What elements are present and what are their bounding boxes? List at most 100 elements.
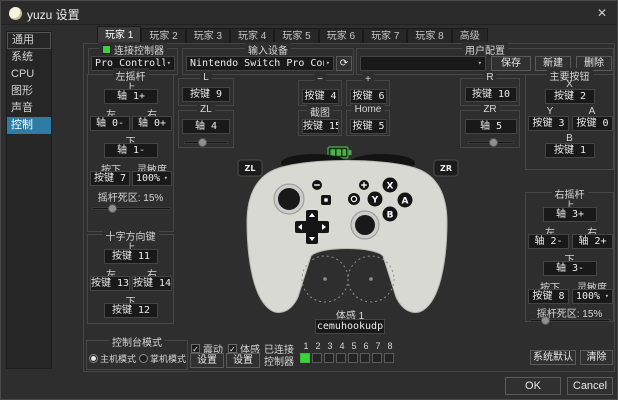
slider-knob[interactable]: [541, 315, 551, 325]
radio-off-icon: [139, 354, 148, 364]
right-stick-up-button[interactable]: 轴 3+: [543, 207, 597, 222]
dpad-up-button[interactable]: 按键 11: [104, 249, 158, 264]
zl-title: ZL: [197, 104, 215, 115]
zl-bind-button[interactable]: 轴 4: [182, 119, 230, 134]
zl-threshold-slider[interactable]: [184, 137, 228, 147]
profile-save-button[interactable]: 保存: [491, 56, 531, 71]
capture-bind-button[interactable]: 按键 15: [302, 119, 339, 134]
plus-bind-button[interactable]: 按键 6: [350, 89, 387, 104]
connect-controller-checkbox[interactable]: [102, 45, 111, 54]
controller-number: 4: [339, 341, 345, 351]
sidebar-item-general[interactable]: 通用: [7, 32, 51, 49]
right-stick-left-button[interactable]: 轴 2-: [528, 234, 569, 249]
svg-text:Y: Y: [371, 195, 379, 205]
vibration-settings-button[interactable]: 设置: [190, 353, 224, 368]
zr-button-group: ZR 轴 5: [460, 104, 520, 148]
handheld-radio[interactable]: 掌机模式: [139, 350, 186, 368]
checkbox-checked-icon: ✓: [191, 344, 200, 355]
controller-1-connected-checkbox[interactable]: [300, 353, 310, 363]
y-bind-button[interactable]: 按键 3: [528, 116, 569, 131]
docked-radio[interactable]: 主机模式: [89, 350, 136, 368]
controller-number: 6: [363, 341, 369, 351]
motion-settings-button[interactable]: 设置: [226, 353, 260, 368]
controller-7-connected-checkbox[interactable]: [372, 353, 382, 363]
cancel-button[interactable]: Cancel: [567, 377, 613, 395]
console-mode-group: 控制台模式 主机模式 掌机模式: [86, 334, 188, 370]
svg-text:A: A: [402, 196, 409, 206]
controller-2-connected-checkbox[interactable]: [312, 353, 322, 363]
ok-button[interactable]: OK: [505, 377, 561, 395]
l-bind-button[interactable]: 按键 9: [182, 87, 230, 102]
controller-3-connected-checkbox[interactable]: [324, 353, 334, 363]
controller-number: 8: [387, 341, 393, 351]
sidebar-item-controls[interactable]: 控制: [7, 117, 51, 134]
right-stick-down-button[interactable]: 轴 3-: [543, 261, 597, 276]
refresh-devices-button[interactable]: ⟳: [336, 56, 352, 71]
right-stick-sensitivity-select[interactable]: 100% ▾: [572, 289, 613, 304]
left-stick-left-button[interactable]: 轴 0-: [90, 116, 130, 131]
r-title: R: [483, 72, 497, 83]
refresh-icon: ⟳: [339, 58, 349, 69]
sidebar-item-system[interactable]: 系统: [7, 49, 51, 66]
zr-threshold-slider[interactable]: [468, 137, 514, 147]
title-bar: yuzu 设置 ✕: [1, 1, 617, 25]
minus-title: −: [314, 74, 326, 85]
sidebar-item-cpu[interactable]: CPU: [7, 66, 51, 83]
controller-body: [246, 160, 448, 313]
slider-knob[interactable]: [488, 137, 498, 147]
restore-defaults-button[interactable]: 系统默认: [530, 350, 576, 365]
player1-config-page: 连接控制器 Pro Controller ▾ 输入设备 Nintendo Swi…: [83, 42, 615, 372]
controller-6-connected-checkbox[interactable]: [360, 353, 370, 363]
controller-4-connected-checkbox[interactable]: [336, 353, 346, 363]
controller-8-connected-checkbox[interactable]: [384, 353, 394, 363]
dpad-left-button[interactable]: 按键 13: [90, 276, 130, 291]
profile-select[interactable]: ▾: [360, 56, 486, 71]
l-button-group: L 按键 9: [178, 72, 234, 106]
dpad-down-button[interactable]: 按键 12: [104, 303, 158, 318]
zr-bind-button[interactable]: 轴 5: [465, 119, 517, 134]
dpad-right-button[interactable]: 按键 14: [132, 276, 172, 291]
right-stick-right-button[interactable]: 轴 2+: [572, 234, 613, 249]
capture-icon: [321, 195, 331, 205]
checkbox-checked-icon: ✓: [228, 344, 237, 355]
motion-1-bind-button[interactable]: cemuhookudp: [315, 319, 385, 334]
left-stick-right-button[interactable]: 轴 0+: [132, 116, 172, 131]
controller-number: 5: [351, 341, 357, 351]
controller-number: 2: [315, 341, 321, 351]
tab-player-7[interactable]: 玩家 7: [363, 28, 408, 44]
svg-text:ZL: ZL: [245, 164, 256, 173]
minus-bind-button[interactable]: 按键 4: [302, 89, 339, 104]
b-bind-button[interactable]: 按键 1: [545, 143, 595, 158]
a-bind-button[interactable]: 按键 0: [572, 116, 613, 131]
clear-button[interactable]: 清除: [580, 350, 613, 365]
slider-knob[interactable]: [107, 203, 117, 213]
slider-groove: [92, 207, 171, 210]
x-bind-button[interactable]: 按键 2: [545, 89, 595, 104]
minus-icon: [312, 180, 322, 190]
left-stick-sensitivity-select[interactable]: 100% ▾: [132, 171, 172, 186]
left-stick-deadzone-slider[interactable]: [92, 203, 171, 213]
plus-icon: [359, 180, 369, 190]
left-stick-up-button[interactable]: 轴 1+: [104, 89, 158, 104]
controller-5-connected-checkbox[interactable]: [348, 353, 358, 363]
handheld-label: 掌机模式: [150, 354, 187, 365]
home-bind-button[interactable]: 按键 5: [350, 119, 387, 134]
sidebar-item-audio[interactable]: 声音: [7, 100, 51, 117]
sidebar-item-graphics[interactable]: 图形: [7, 83, 51, 100]
input-device-select[interactable]: Nintendo Switch Pro Control ▾: [186, 56, 334, 71]
tab-player-6[interactable]: 玩家 6: [318, 28, 364, 44]
right-stick-press-button[interactable]: 按键 8: [528, 289, 569, 304]
right-stick-deadzone-slider[interactable]: [530, 315, 610, 325]
input-device-group: 输入设备 Nintendo Switch Pro Control ▾ ⟳: [182, 42, 354, 75]
tab-player-3[interactable]: 玩家 3: [185, 28, 231, 44]
left-stick-down-button[interactable]: 轴 1-: [104, 143, 158, 158]
close-icon[interactable]: ✕: [594, 5, 610, 21]
zl-badge: ZL: [237, 159, 263, 177]
tab-player-8[interactable]: 玩家 8: [407, 28, 452, 44]
profile-title: 用户配置: [462, 42, 508, 57]
slider-knob[interactable]: [198, 137, 208, 147]
home-title: Home: [351, 104, 385, 115]
r-bind-button[interactable]: 按键 10: [465, 87, 517, 102]
plus-button-group: + 按键 6: [346, 74, 390, 106]
left-stick-press-button[interactable]: 按键 7: [90, 171, 130, 186]
